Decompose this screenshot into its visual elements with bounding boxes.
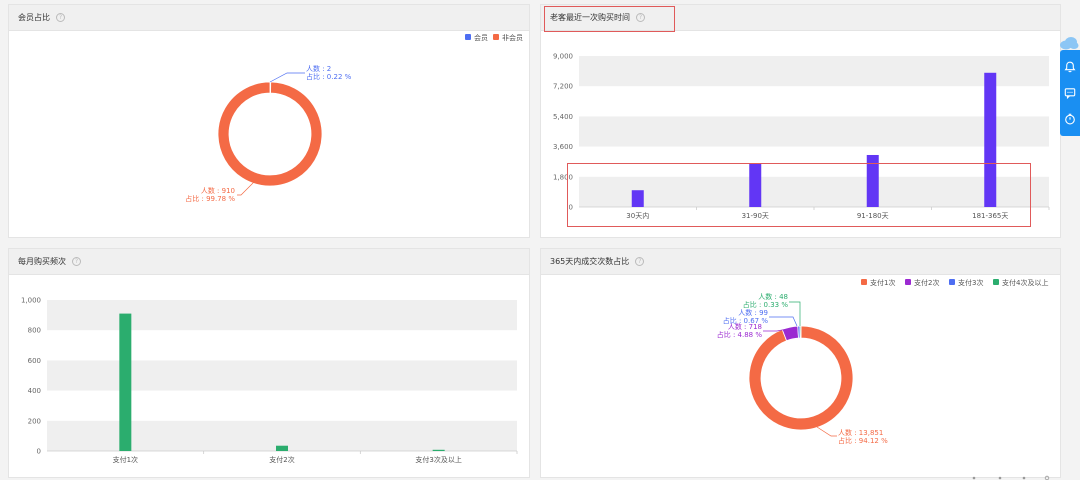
data-label: 占比 : 0.22 % [306, 72, 352, 81]
bar [276, 445, 288, 451]
data-label: 人数 : 99 [738, 308, 768, 317]
x-tick-label: 31-90天 [742, 212, 769, 220]
data-label: 人数 : 48 [758, 292, 788, 301]
floating-toolbar [1060, 50, 1080, 136]
data-label: 占比 : 0.33 % [743, 300, 789, 309]
data-label: 人数 : 13,851 [838, 428, 883, 437]
legend-swatch-icon [905, 279, 911, 285]
y-tick-label: 1,800 [553, 173, 573, 181]
leader-line [816, 426, 837, 437]
x-tick-label: 181-365天 [972, 212, 1008, 220]
x-tick-label: 30天内 [626, 211, 649, 220]
y-tick-label: 3,600 [553, 143, 573, 151]
legend-label: 非会员 [502, 33, 523, 42]
bar [749, 163, 762, 207]
monthly-frequency-chart: 0 200 400 600 800 1,000 支付1次 支付2次 支付3次及以上 [21, 297, 518, 464]
y-tick-label: 0 [37, 448, 41, 456]
leader-line [237, 181, 255, 196]
legend-label: 支付4次及以上 [1002, 278, 1048, 287]
data-label: 人数 : 2 [306, 64, 331, 73]
leader-line [769, 316, 798, 327]
legend-swatch-icon [993, 279, 999, 285]
legend-swatch-icon [493, 34, 499, 40]
cloud-icon[interactable] [1059, 36, 1079, 50]
leader-line [789, 301, 801, 326]
y-tick-label: 200 [28, 417, 41, 425]
bar [984, 72, 997, 208]
bar [119, 313, 132, 451]
member-ratio-chart: 非会员 会员人数 : 2占比 : 0.22 % 人数 : 910占比 : 99.78… [185, 33, 523, 203]
bar [866, 154, 879, 207]
bell-icon[interactable] [1062, 57, 1078, 77]
y-tick-label: 7,200 [553, 83, 573, 91]
pie-slice [217, 81, 323, 187]
y-tick-label: 5,400 [553, 113, 573, 121]
last-purchase-chart: 0 1,800 3,600 5,400 7,200 9,000 30天内 31-90天 91-1… [553, 53, 1050, 220]
y-tick-label: 600 [28, 357, 41, 365]
legend-label: 会员 [474, 33, 488, 42]
last-purchase-card: 老客最近一次购买时间 ? 0 1,800 3,600 5,400 7,200 9,000 3… [540, 4, 1061, 238]
grid-band [47, 360, 517, 391]
message-icon[interactable] [1062, 83, 1078, 103]
data-label: 占比 : 4.88 % [717, 330, 763, 339]
leader-line [269, 72, 305, 83]
bar [432, 449, 445, 451]
y-tick-label: 400 [28, 387, 41, 395]
pie-slice [748, 325, 854, 431]
y-tick-label: 1,000 [21, 297, 41, 305]
timer-icon[interactable] [1062, 109, 1078, 129]
y-tick-label: 9,000 [553, 53, 573, 61]
legend-swatch-icon [861, 279, 867, 285]
pie-slice [799, 325, 802, 339]
status-icons [972, 475, 1050, 480]
monthly-frequency-card: 每月购买频次 ? 0 200 400 600 800 1,000 支付1次 支付2次 支付3次及… [8, 248, 530, 478]
x-tick-label: 91-180天 [857, 212, 889, 220]
grid-band [579, 116, 1049, 147]
grid-band [47, 300, 517, 331]
data-label: 占比 : 99.78 % [185, 194, 235, 203]
legend-swatch-icon [465, 34, 471, 40]
x-tick-label: 支付1次 [113, 455, 138, 464]
grid-band [579, 56, 1049, 87]
data-label: 占比 : 94.12 % [838, 436, 888, 445]
x-tick-label: 支付3次及以上 [415, 455, 461, 464]
legend-swatch-icon [949, 279, 955, 285]
y-tick-label: 800 [28, 327, 41, 335]
bar [631, 190, 644, 207]
data-label: 人数 : 910 [201, 186, 235, 195]
data-label: 占比 : 0.67 % [723, 316, 769, 325]
y-tick-label: 0 [569, 204, 573, 212]
deal-count-chart: 支付4次及以上 支付3次 支付2次 支付1次人数 : 13,851占比 : 94.12… [717, 278, 1049, 445]
deal-count-card: 365天内成交次数占比 ? 支付4次及以上 支付3次 支付2次 支付1次 人数 : 13… [540, 248, 1061, 478]
legend-label: 支付2次 [914, 278, 939, 287]
legend-label: 支付1次 [870, 278, 895, 287]
grid-band [579, 176, 1049, 207]
member-ratio-card: 会员占比 ? 非会员 会员 人数 : 2 占比 : 0.22 % 人数 : 910 占比 … [8, 4, 530, 238]
legend-label: 支付3次 [958, 278, 983, 287]
x-tick-label: 支付2次 [269, 455, 294, 464]
